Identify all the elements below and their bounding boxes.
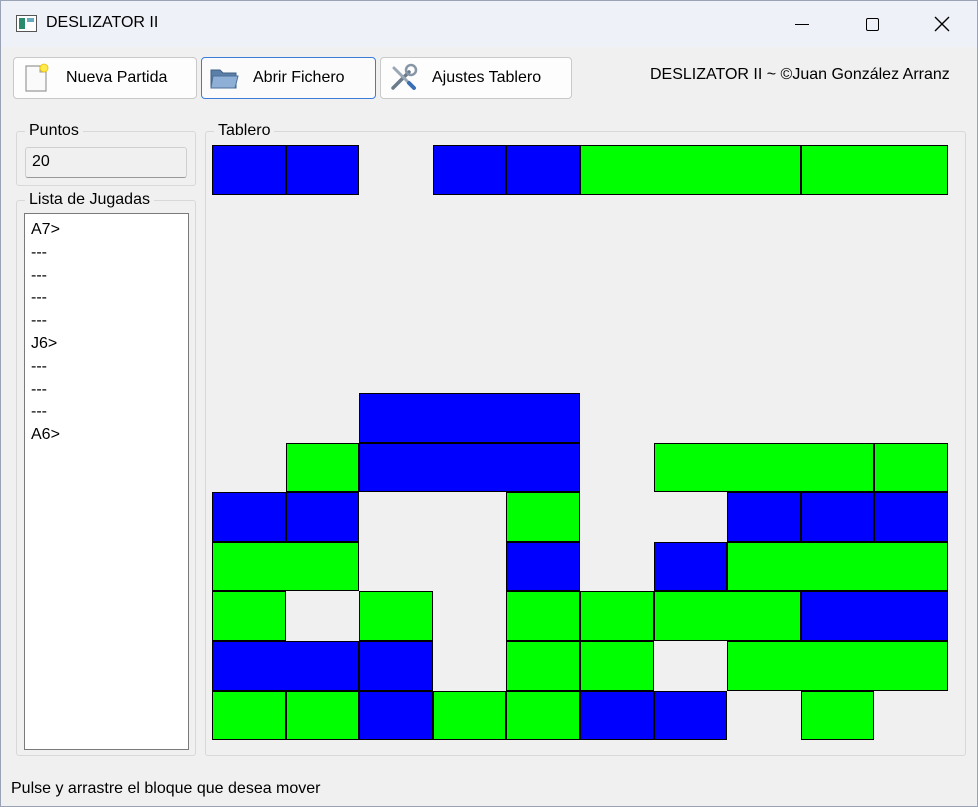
open-file-label: Abrir Fichero: [253, 69, 345, 86]
blue-block[interactable]: [800, 492, 875, 542]
app-window: DESLIZATOR II Nueva Partida Abrir Ficher…: [0, 0, 978, 807]
open-file-button[interactable]: Abrir Fichero: [201, 57, 376, 99]
green-block[interactable]: [800, 690, 875, 741]
blue-block[interactable]: [359, 690, 433, 741]
green-block[interactable]: [285, 442, 360, 493]
green-block[interactable]: [653, 442, 875, 493]
new-game-label: Nueva Partida: [66, 69, 168, 86]
green-block[interactable]: [285, 690, 360, 741]
move-list-item[interactable]: J6>: [31, 333, 188, 356]
close-button[interactable]: [907, 1, 977, 47]
move-list-item[interactable]: ---: [31, 379, 188, 402]
green-block[interactable]: [506, 690, 580, 741]
maximize-button[interactable]: [837, 1, 907, 47]
move-list-item[interactable]: ---: [31, 401, 188, 424]
new-document-icon: [25, 63, 49, 92]
move-list-item[interactable]: ---: [31, 265, 188, 288]
moves-list[interactable]: A7> --- --- --- --- J6> --- --- --- A6>: [24, 213, 189, 750]
green-block[interactable]: [874, 442, 948, 493]
green-block[interactable]: [727, 641, 948, 691]
green-block[interactable]: [653, 591, 801, 641]
green-block[interactable]: [506, 641, 580, 691]
board-group-label: Tablero: [214, 122, 275, 140]
score-group: Puntos 20: [16, 122, 196, 186]
green-block[interactable]: [727, 541, 948, 592]
tools-icon: [391, 63, 418, 90]
blue-block[interactable]: [432, 145, 507, 195]
new-game-button[interactable]: Nueva Partida: [13, 57, 197, 99]
green-block[interactable]: [212, 591, 286, 641]
blue-block[interactable]: [800, 591, 948, 641]
blue-block[interactable]: [359, 641, 433, 691]
app-icon[interactable]: [16, 15, 37, 32]
game-board[interactable]: [212, 145, 948, 741]
green-block[interactable]: [506, 591, 580, 641]
move-list-item[interactable]: A6>: [31, 424, 188, 447]
status-message: Pulse y arrastre el bloque que desea mov…: [11, 780, 321, 797]
maximize-icon: [865, 17, 879, 31]
green-block[interactable]: [212, 690, 286, 741]
move-list-item[interactable]: ---: [31, 287, 188, 310]
score-field: 20: [25, 147, 187, 178]
blue-block[interactable]: [506, 541, 580, 592]
green-block[interactable]: [580, 145, 801, 195]
board-settings-label: Ajustes Tablero: [432, 69, 542, 86]
green-block[interactable]: [212, 541, 360, 592]
window-title: DESLIZATOR II: [46, 14, 159, 31]
blue-block[interactable]: [285, 492, 360, 542]
green-block[interactable]: [506, 492, 580, 542]
blue-block[interactable]: [653, 690, 728, 741]
moves-group: Lista de Jugadas A7> --- --- --- --- J6> --- --…: [16, 191, 196, 756]
green-block[interactable]: [359, 591, 433, 641]
blue-block[interactable]: [212, 641, 360, 691]
moves-group-label: Lista de Jugadas: [25, 191, 154, 209]
title-bar[interactable]: DESLIZATOR II: [1, 1, 977, 47]
move-list-item[interactable]: ---: [31, 356, 188, 379]
blue-block[interactable]: [212, 492, 286, 542]
move-list-item[interactable]: A7>: [31, 219, 188, 242]
blue-block[interactable]: [359, 393, 580, 443]
minimize-icon: [795, 23, 809, 25]
move-list-item[interactable]: ---: [31, 310, 188, 333]
blue-block[interactable]: [359, 442, 580, 493]
copyright-text: DESLIZATOR II ~ ©Juan González Arranz: [650, 66, 950, 83]
blue-block[interactable]: [285, 145, 360, 195]
blue-block[interactable]: [874, 492, 948, 542]
blue-block[interactable]: [653, 541, 728, 592]
blue-block[interactable]: [580, 690, 654, 741]
move-list-item[interactable]: ---: [31, 242, 188, 265]
blue-block[interactable]: [727, 492, 801, 542]
score-group-label: Puntos: [25, 122, 83, 140]
minimize-button[interactable]: [767, 1, 837, 47]
green-block[interactable]: [580, 641, 654, 691]
blue-block[interactable]: [212, 145, 286, 195]
close-icon: [934, 16, 950, 32]
blue-block[interactable]: [506, 145, 580, 195]
green-block[interactable]: [580, 591, 654, 641]
green-block[interactable]: [800, 145, 948, 195]
board-settings-button[interactable]: Ajustes Tablero: [380, 57, 572, 99]
folder-icon: [210, 69, 239, 89]
green-block[interactable]: [432, 690, 507, 741]
